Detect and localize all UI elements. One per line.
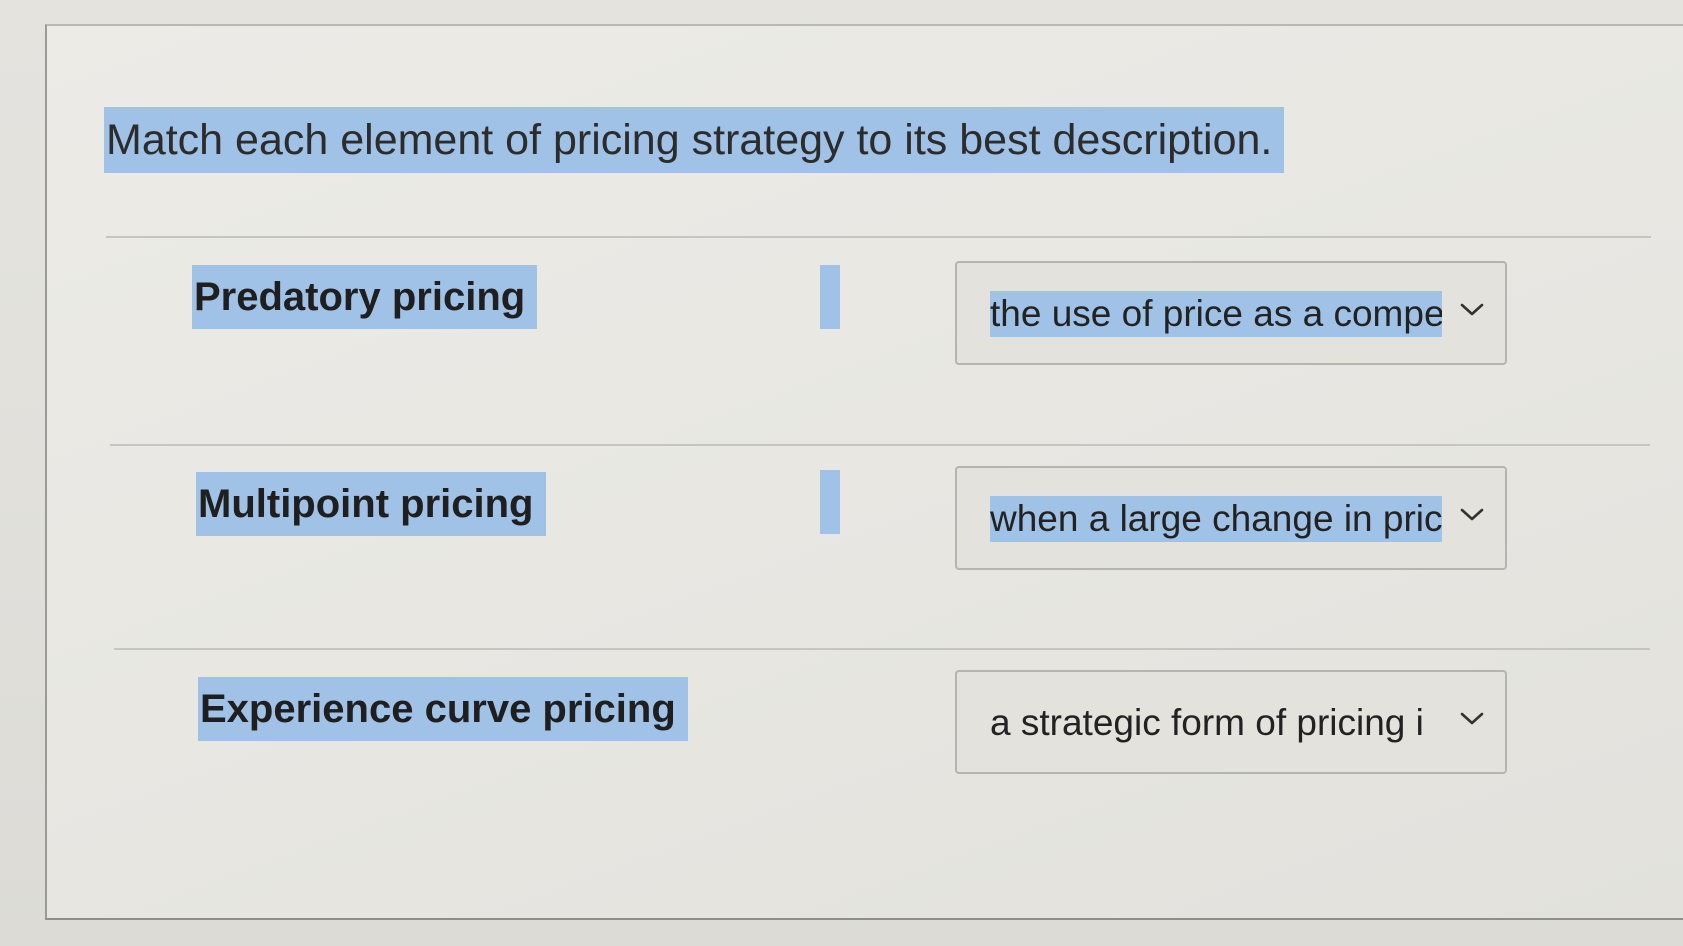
row-divider (114, 648, 1650, 650)
row-divider (110, 444, 1650, 446)
chevron-down-icon (1460, 712, 1484, 725)
term-label: Multipoint pricing (196, 472, 546, 536)
match-marker (820, 470, 840, 534)
row-divider (106, 236, 1651, 238)
match-marker (820, 265, 840, 329)
screen: Match each element of pricing strategy t… (0, 0, 1683, 946)
dropdown-selected-value: when a large change in pric (990, 496, 1442, 542)
chevron-down-icon (1460, 508, 1484, 521)
description-dropdown[interactable]: a strategic form of pricing i (955, 670, 1507, 774)
term-label: Experience curve pricing (198, 677, 688, 741)
dropdown-selected-value: a strategic form of pricing i (990, 702, 1424, 743)
dropdown-selected-value: the use of price as a compe (990, 291, 1442, 337)
chevron-down-icon (1460, 303, 1484, 316)
term-label: Predatory pricing (192, 265, 538, 329)
description-dropdown[interactable]: when a large change in pric (955, 466, 1507, 570)
question-text: Match each element of pricing strategy t… (104, 107, 1285, 173)
description-dropdown[interactable]: the use of price as a compe (955, 261, 1507, 365)
